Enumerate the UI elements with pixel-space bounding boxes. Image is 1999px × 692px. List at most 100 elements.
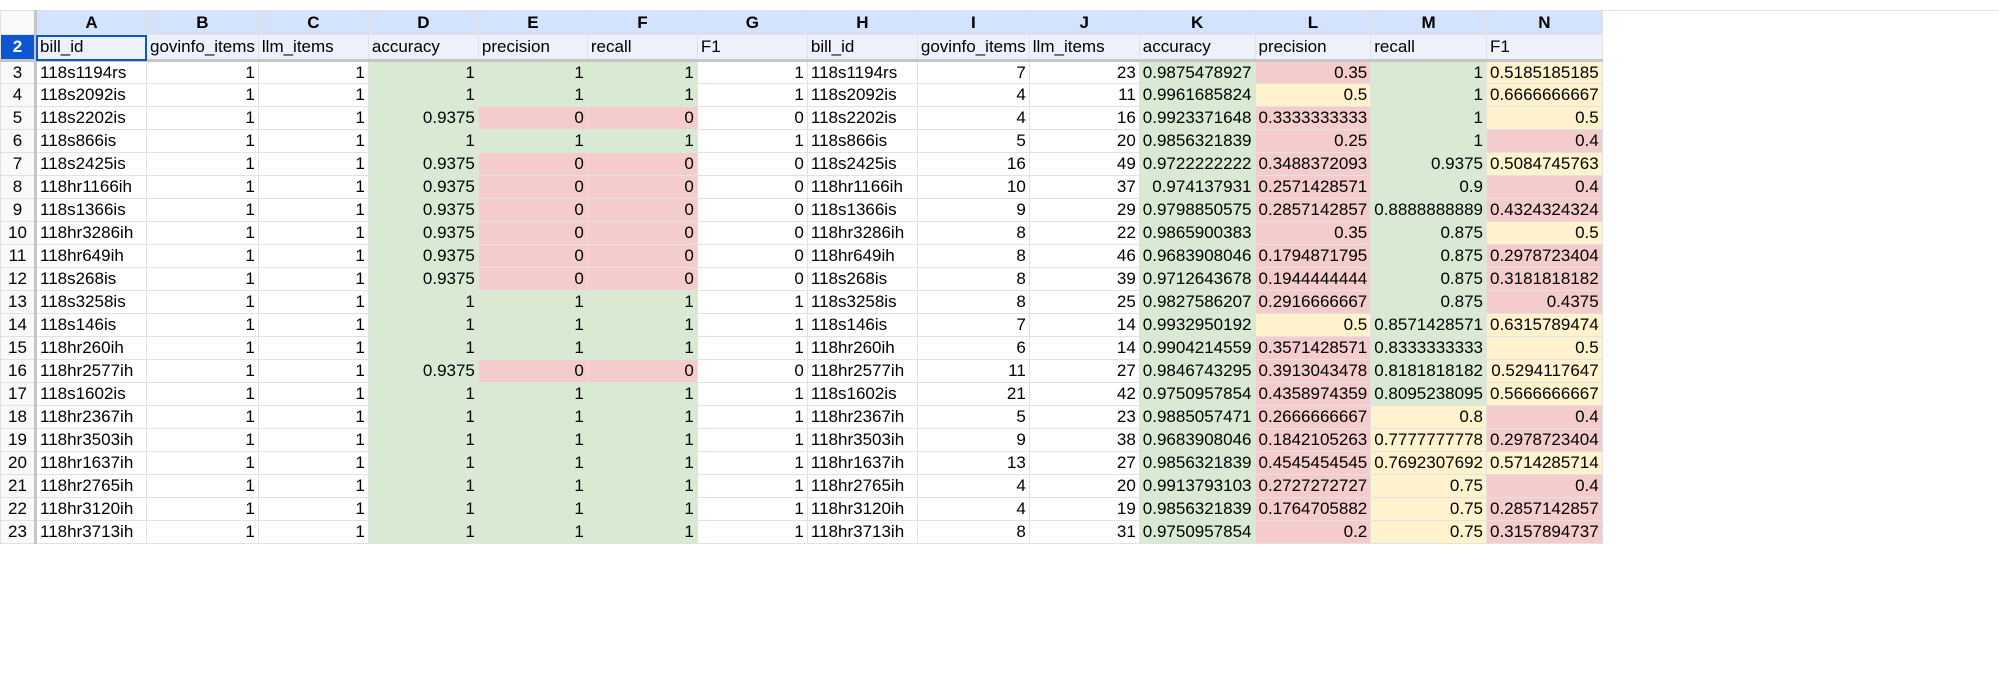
cell[interactable]: 1 bbox=[146, 152, 259, 176]
cell[interactable]: 118s2425is bbox=[806, 152, 918, 176]
cell[interactable]: 1 bbox=[367, 428, 479, 452]
cell[interactable]: 20 bbox=[1028, 129, 1140, 153]
cell[interactable]: 1 bbox=[367, 382, 479, 406]
cell[interactable]: 0.3571428571 bbox=[1254, 336, 1372, 360]
cell[interactable]: 0 bbox=[477, 244, 588, 268]
cell[interactable]: 1 bbox=[586, 497, 698, 521]
row-header[interactable]: 10 bbox=[0, 221, 37, 245]
cell[interactable]: 0.9375 bbox=[367, 244, 479, 268]
cell[interactable]: 118hr260ih bbox=[806, 336, 918, 360]
cell[interactable]: 16 bbox=[916, 152, 1030, 176]
cell[interactable]: 1 bbox=[367, 474, 479, 498]
cell[interactable]: 118s866is bbox=[806, 129, 918, 153]
column-header-e[interactable]: E bbox=[477, 10, 588, 35]
cell[interactable]: 1 bbox=[477, 129, 588, 153]
cell[interactable]: 1 bbox=[586, 313, 698, 337]
cell[interactable]: 1 bbox=[146, 221, 259, 245]
cell[interactable]: 118s1602is bbox=[806, 382, 918, 406]
cell[interactable]: 0 bbox=[586, 359, 698, 383]
cell[interactable]: 0.1764705882 bbox=[1254, 497, 1372, 521]
cell[interactable]: 1 bbox=[586, 129, 698, 153]
cell[interactable]: 1 bbox=[696, 60, 808, 84]
cell[interactable]: 0.75 bbox=[1370, 474, 1487, 498]
cell[interactable]: 0.9712643678 bbox=[1138, 267, 1256, 291]
header-cell[interactable]: llm_items bbox=[1028, 34, 1140, 62]
cell[interactable]: 0.3181818182 bbox=[1485, 267, 1603, 291]
cell[interactable]: 118hr3713ih bbox=[806, 520, 918, 544]
cell[interactable]: 1 bbox=[146, 129, 259, 153]
header-cell[interactable]: bill_id bbox=[806, 34, 918, 62]
cell[interactable]: 0.8 bbox=[1370, 405, 1487, 429]
cell[interactable]: 1 bbox=[586, 428, 698, 452]
cell[interactable]: 1 bbox=[367, 60, 479, 84]
row-header[interactable]: 19 bbox=[0, 428, 37, 452]
cell[interactable]: 5 bbox=[916, 129, 1030, 153]
cell[interactable]: 49 bbox=[1028, 152, 1140, 176]
cell[interactable]: 1 bbox=[257, 520, 369, 544]
cell[interactable]: 0 bbox=[696, 198, 808, 222]
cell[interactable]: 1 bbox=[257, 106, 369, 130]
cell[interactable]: 118hr3120ih bbox=[35, 497, 147, 521]
cell[interactable]: 1 bbox=[257, 129, 369, 153]
cell[interactable]: 1 bbox=[1370, 60, 1487, 84]
cell[interactable]: 0.1842105263 bbox=[1254, 428, 1372, 452]
cell[interactable]: 23 bbox=[1028, 60, 1140, 84]
row-header[interactable]: 2 bbox=[0, 34, 37, 62]
column-header-a[interactable]: A bbox=[35, 10, 147, 35]
cell[interactable]: 118hr2367ih bbox=[806, 405, 918, 429]
cell[interactable]: 0.9 bbox=[1370, 175, 1487, 199]
cell[interactable]: 0.875 bbox=[1370, 244, 1487, 268]
cell[interactable]: 0.1944444444 bbox=[1254, 267, 1372, 291]
cell[interactable]: 0 bbox=[696, 175, 808, 199]
cell[interactable]: 0 bbox=[586, 221, 698, 245]
cell[interactable]: 1 bbox=[257, 244, 369, 268]
cell[interactable]: 1 bbox=[257, 451, 369, 475]
row-header[interactable]: 21 bbox=[0, 474, 37, 498]
cell[interactable]: 118s2092is bbox=[35, 83, 147, 107]
cell[interactable]: 0.7692307692 bbox=[1370, 451, 1487, 475]
cell[interactable]: 1 bbox=[367, 405, 479, 429]
cell[interactable]: 8 bbox=[916, 244, 1030, 268]
cell[interactable]: 23 bbox=[1028, 405, 1140, 429]
row-header[interactable]: 15 bbox=[0, 336, 37, 360]
cell[interactable]: 1 bbox=[146, 428, 259, 452]
cell[interactable]: 6 bbox=[916, 336, 1030, 360]
cell[interactable]: 1 bbox=[146, 497, 259, 521]
cell[interactable]: 1 bbox=[257, 198, 369, 222]
column-header-g[interactable]: G bbox=[696, 10, 808, 35]
header-cell[interactable]: F1 bbox=[696, 34, 808, 62]
cell[interactable]: 25 bbox=[1028, 290, 1140, 314]
row-header[interactable]: 22 bbox=[0, 497, 37, 521]
cell[interactable]: 0.6315789474 bbox=[1485, 313, 1603, 337]
cell[interactable]: 1 bbox=[477, 336, 588, 360]
cell[interactable]: 14 bbox=[1028, 313, 1140, 337]
cell[interactable]: 1 bbox=[696, 129, 808, 153]
cell[interactable]: 1 bbox=[696, 405, 808, 429]
cell[interactable]: 0.8181818182 bbox=[1370, 359, 1487, 383]
row-header[interactable]: 11 bbox=[0, 244, 37, 268]
cell[interactable]: 1 bbox=[477, 60, 588, 84]
header-cell[interactable]: govinfo_items bbox=[916, 34, 1030, 62]
cell[interactable]: 7 bbox=[916, 60, 1030, 84]
cell[interactable]: 118hr1637ih bbox=[35, 451, 147, 475]
cell[interactable]: 118hr3120ih bbox=[806, 497, 918, 521]
cell[interactable]: 0 bbox=[477, 106, 588, 130]
cell[interactable]: 118hr649ih bbox=[35, 244, 147, 268]
cell[interactable]: 0.9865900383 bbox=[1138, 221, 1256, 245]
cell[interactable]: 37 bbox=[1028, 175, 1140, 199]
cell[interactable]: 0.875 bbox=[1370, 221, 1487, 245]
row-header[interactable]: 8 bbox=[0, 175, 37, 199]
column-header-d[interactable]: D bbox=[367, 10, 479, 35]
cell[interactable]: 0 bbox=[477, 359, 588, 383]
cell[interactable]: 39 bbox=[1028, 267, 1140, 291]
cell[interactable]: 11 bbox=[1028, 83, 1140, 107]
cell[interactable]: 1 bbox=[696, 451, 808, 475]
cell[interactable]: 1 bbox=[477, 474, 588, 498]
cell[interactable]: 4 bbox=[916, 474, 1030, 498]
cell[interactable]: 118hr260ih bbox=[35, 336, 147, 360]
cell[interactable]: 10 bbox=[916, 175, 1030, 199]
cell[interactable]: 1 bbox=[477, 520, 588, 544]
cell[interactable]: 1 bbox=[586, 83, 698, 107]
cell[interactable]: 0.5185185185 bbox=[1485, 60, 1603, 84]
cell[interactable]: 0.5084745763 bbox=[1485, 152, 1603, 176]
